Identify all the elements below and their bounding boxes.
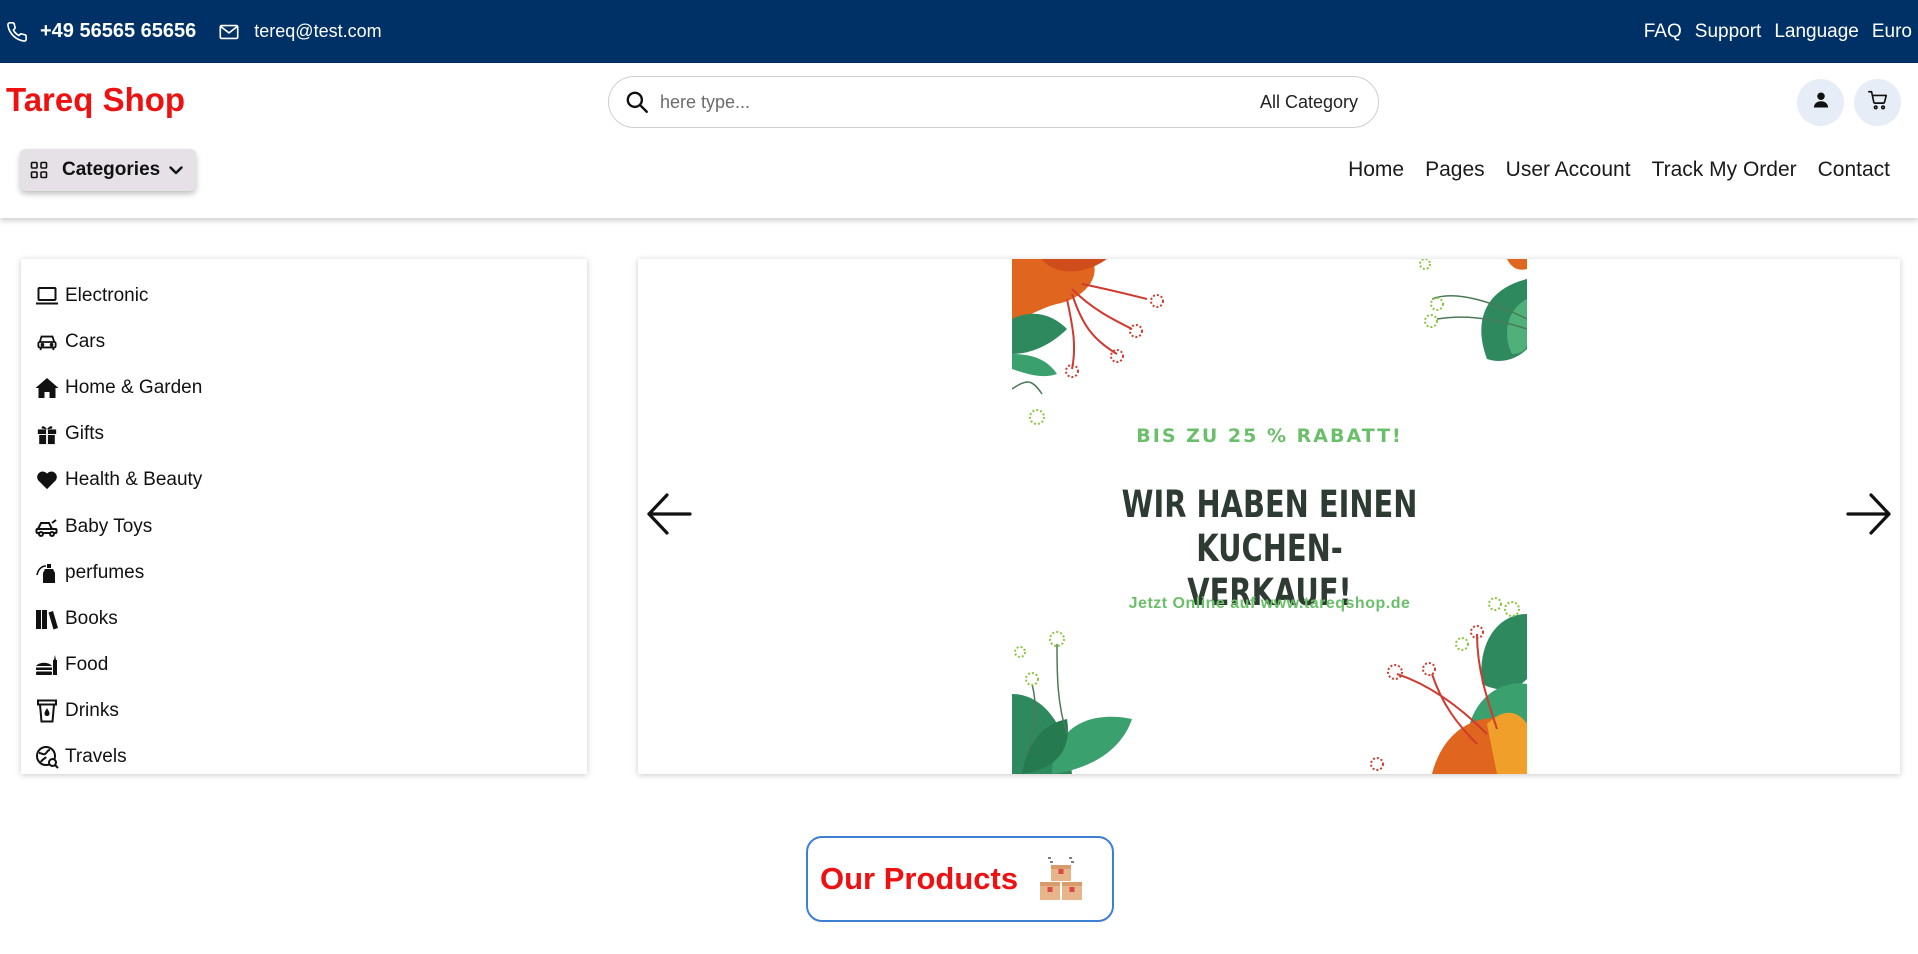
sidebar-item-label: Home & Garden xyxy=(65,377,203,399)
cup-icon xyxy=(35,699,59,723)
nav-contact[interactable]: Contact xyxy=(1818,158,1890,182)
leaf-illustration xyxy=(1012,631,1132,774)
category-sidebar: Electronic Cars Home & Garden Gifts Heal… xyxy=(21,259,587,774)
categories-button[interactable]: Categories xyxy=(20,149,196,191)
support-link[interactable]: Support xyxy=(1695,21,1762,43)
phone-number[interactable]: +49 56565 65656 xyxy=(40,20,196,43)
sidebar-item-gifts[interactable]: Gifts xyxy=(21,411,587,457)
slider-next-button[interactable] xyxy=(1844,491,1894,541)
house-icon xyxy=(35,376,59,400)
sidebar-item-home-garden[interactable]: Home & Garden xyxy=(21,365,587,411)
flower-illustration xyxy=(1370,597,1527,774)
nav-user-account[interactable]: User Account xyxy=(1506,158,1631,182)
chevron-down-icon xyxy=(168,162,184,178)
leaf-illustration xyxy=(1419,259,1527,361)
sidebar-item-drinks[interactable]: Drinks xyxy=(21,688,587,734)
food-icon xyxy=(35,653,59,677)
main-nav: Home Pages User Account Track My Order C… xyxy=(1348,158,1890,182)
sidebar-item-travels[interactable]: Travels xyxy=(21,734,587,780)
sidebar-item-label: Travels xyxy=(65,745,127,767)
site-logo[interactable]: Tareq Shop xyxy=(6,81,185,119)
sidebar-item-electronic[interactable]: Electronic xyxy=(21,273,587,319)
sidebar-item-health-beauty[interactable]: Health & Beauty xyxy=(21,457,587,503)
hero-slider: BIS ZU 25 % RABATT! WIR HABEN EINEN KUCH… xyxy=(638,259,1900,774)
toy-car-icon xyxy=(35,515,59,539)
user-icon xyxy=(1811,90,1831,115)
banner-subtitle: BIS ZU 25 % RABATT! xyxy=(1136,425,1403,447)
slider-prev-button[interactable] xyxy=(644,491,694,541)
contact-info: +49 56565 65656 tereq@test.com xyxy=(6,0,382,63)
banner-online-text: Jetzt Online auf www.tareqshop.de xyxy=(1128,595,1411,612)
sidebar-item-label: Drinks xyxy=(65,699,119,721)
sale-banner[interactable]: BIS ZU 25 % RABATT! WIR HABEN EINEN KUCH… xyxy=(1012,259,1527,774)
sidebar-item-perfumes[interactable]: perfumes xyxy=(21,550,587,596)
heart-icon xyxy=(35,468,59,492)
sidebar-item-label: Books xyxy=(65,607,118,629)
mail-icon xyxy=(218,21,240,43)
search-icon[interactable] xyxy=(624,89,650,115)
grid-icon xyxy=(30,161,48,179)
sidebar-item-label: Health & Beauty xyxy=(65,469,203,491)
sidebar-item-label: perfumes xyxy=(65,561,145,583)
sidebar-item-label: Gifts xyxy=(65,423,105,445)
user-account-button[interactable] xyxy=(1797,79,1844,126)
cart-button[interactable] xyxy=(1854,79,1901,126)
categories-label: Categories xyxy=(62,159,161,180)
phone-icon xyxy=(6,21,28,43)
search-bar: All Category xyxy=(608,76,1379,128)
sidebar-item-food[interactable]: Food xyxy=(21,642,587,688)
laptop-icon xyxy=(35,284,59,308)
our-products-heading: Our Products xyxy=(806,836,1114,922)
globe-icon xyxy=(35,745,59,769)
top-bar: +49 56565 65656 tereq@test.com FAQ Suppo… xyxy=(0,0,1918,63)
language-link[interactable]: Language xyxy=(1774,21,1859,43)
nav-track-order[interactable]: Track My Order xyxy=(1652,158,1797,182)
nav-home[interactable]: Home xyxy=(1348,158,1404,182)
books-icon xyxy=(35,607,59,631)
sidebar-item-label: Food xyxy=(65,653,109,675)
flower-illustration xyxy=(1012,259,1164,425)
sidebar-item-cars[interactable]: Cars xyxy=(21,319,587,365)
perfume-icon xyxy=(35,561,59,585)
section-title: Our Products xyxy=(820,861,1019,896)
sidebar-item-label: Electronic xyxy=(65,285,149,307)
car-icon xyxy=(35,330,59,354)
boxes-icon xyxy=(1036,853,1086,905)
cart-icon xyxy=(1867,89,1889,116)
search-input[interactable] xyxy=(660,91,1260,113)
sidebar-item-baby-toys[interactable]: Baby Toys xyxy=(21,503,587,549)
arrow-left-icon xyxy=(646,491,692,542)
sidebar-item-label: Baby Toys xyxy=(65,515,153,537)
site-header: Tareq Shop All Category Categories Home … xyxy=(0,63,1918,218)
gift-icon xyxy=(35,422,59,446)
sidebar-item-books[interactable]: Books xyxy=(21,596,587,642)
arrow-right-icon xyxy=(1846,491,1892,542)
currency-link[interactable]: Euro xyxy=(1872,21,1912,43)
search-category-select[interactable]: All Category xyxy=(1260,92,1358,113)
sidebar-item-label: Cars xyxy=(65,331,106,353)
faq-link[interactable]: FAQ xyxy=(1644,21,1682,43)
top-links: FAQ Support Language Euro xyxy=(1644,0,1912,63)
nav-pages[interactable]: Pages xyxy=(1425,158,1485,182)
email-address[interactable]: tereq@test.com xyxy=(254,21,381,42)
